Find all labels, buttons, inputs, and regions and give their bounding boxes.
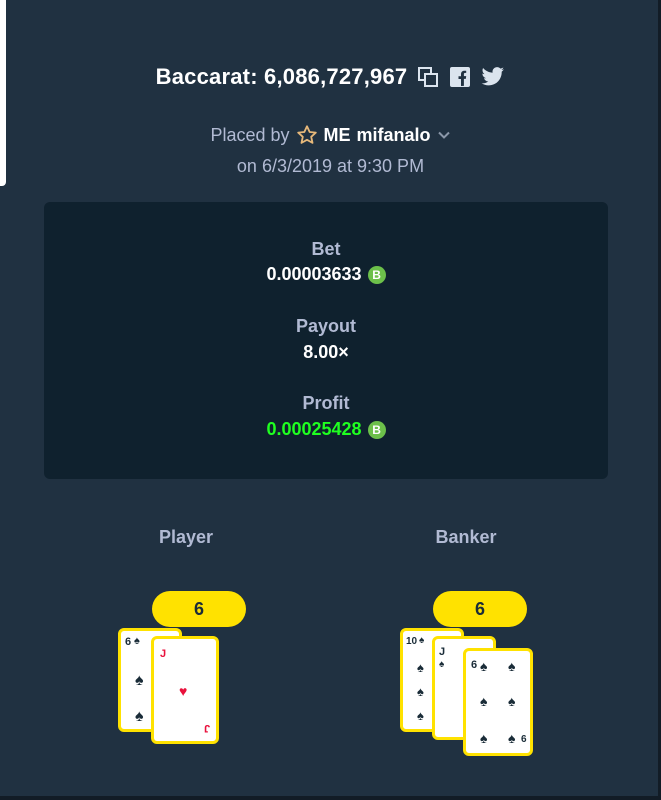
spade-icon: ♠ — [135, 708, 144, 725]
star-icon — [296, 124, 318, 146]
user-badge: ME — [323, 124, 351, 145]
heart-icon: ♥ — [179, 683, 188, 699]
placed-by-row: Placed by ME mifanalo — [0, 124, 661, 146]
spade-icon: ♠ — [439, 659, 445, 670]
title-row: Baccarat: 6,086,727,967 — [0, 64, 661, 90]
player-label: Player — [158, 527, 214, 547]
bet-label: Bet — [311, 239, 341, 259]
payout-label: Payout — [295, 316, 356, 336]
placed-date: on 6/3/2019 at 9:30 PM — [236, 156, 425, 176]
placed-by-label: Placed by — [210, 124, 290, 145]
spade-icon: ♠ — [508, 693, 516, 709]
bitcoin-icon: B — [367, 420, 386, 439]
card-rank: J — [439, 646, 446, 658]
spade-icon: ♠ — [419, 635, 425, 646]
facebook-icon[interactable] — [449, 66, 471, 88]
payout-multiplier: 8.00× — [303, 342, 349, 362]
card-rank: 10 — [406, 636, 418, 647]
bottom-border — [0, 796, 661, 800]
spade-icon: ♠ — [134, 635, 140, 647]
spade-icon: ♠ — [480, 658, 488, 674]
profit-value-row: 0.00025428 B — [44, 419, 608, 440]
banker-label: Banker — [435, 527, 497, 547]
spade-icon: ♠ — [480, 730, 488, 746]
banker-card-3: 6 ♠ ♠ ♠ ♠ ♠ ♠ 6 — [463, 648, 533, 756]
profit-label: Profit — [302, 393, 350, 413]
banker-score: 6 — [433, 591, 527, 627]
twitter-icon[interactable] — [481, 66, 505, 88]
card-rank: 6 — [125, 636, 132, 648]
spade-icon: ♠ — [480, 693, 488, 709]
bet-stats-panel: Bet 0.00003633 B Payout 8.00× Profit 0.0… — [44, 202, 608, 479]
spade-icon: ♠ — [508, 730, 516, 746]
payout-value: 8.00× — [44, 342, 608, 363]
player-score: 6 — [152, 591, 246, 627]
card-rank: 6 — [471, 659, 478, 671]
spade-icon: ♠ — [508, 658, 516, 674]
card-rank: J — [203, 722, 210, 734]
spade-icon: ♠ — [135, 672, 144, 689]
copy-icon[interactable] — [417, 66, 439, 88]
username-link[interactable]: mifanalo — [357, 125, 431, 146]
chevron-down-icon[interactable] — [437, 128, 451, 142]
spade-icon: ♠ — [417, 660, 424, 675]
spade-icon: ♠ — [417, 684, 424, 699]
bet-amount: 0.00003633 — [266, 264, 362, 284]
profit-amount: 0.00025428 — [266, 419, 362, 439]
bet-value-row: 0.00003633 B — [44, 264, 608, 285]
spade-icon: ♠ — [417, 708, 424, 723]
player-card-2: J ♥ J — [151, 636, 219, 744]
card-rank: 6 — [521, 734, 527, 745]
bet-title: Baccarat: 6,086,727,967 — [155, 64, 408, 89]
bitcoin-icon: B — [367, 265, 386, 284]
card-rank: J — [160, 648, 167, 660]
